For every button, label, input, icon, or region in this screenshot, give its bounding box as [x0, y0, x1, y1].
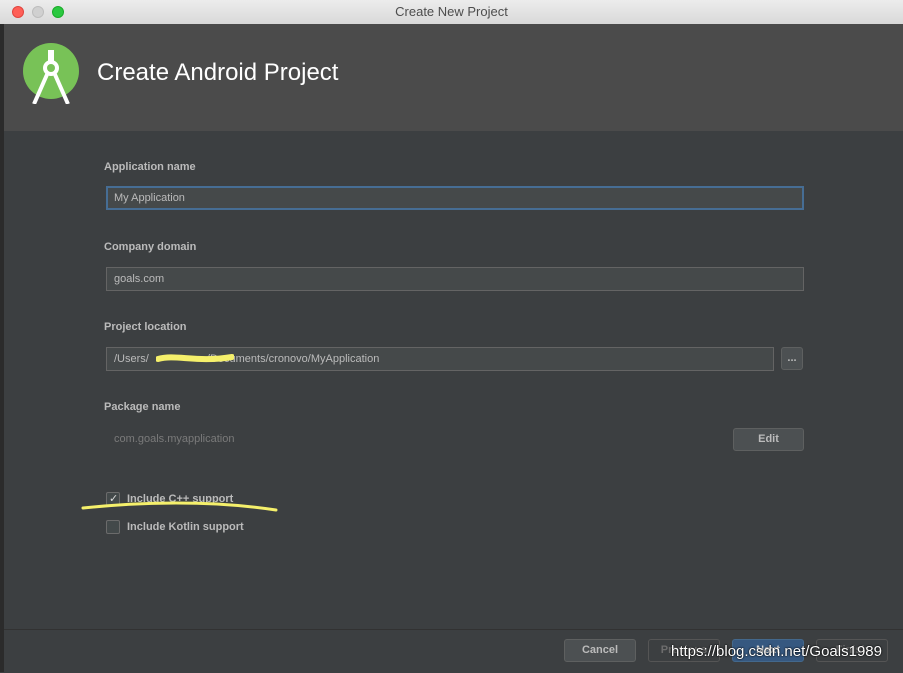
project-location-text: /Users/ /Documents/cronovo/MyApplication	[114, 353, 380, 365]
browse-location-button[interactable]: ...	[781, 347, 803, 370]
application-name-label: Application name	[104, 161, 196, 173]
package-name-value: com.goals.myapplication	[114, 433, 235, 445]
create-project-dialog: Create New Project Create Android Projec…	[0, 0, 903, 673]
page-title: Create Android Project	[97, 59, 339, 86]
kotlin-support-checkbox[interactable]	[106, 520, 120, 534]
package-name-label: Package name	[104, 401, 181, 413]
application-name-field[interactable]: My Application	[106, 186, 804, 210]
redaction-scribble	[156, 354, 234, 363]
title-bar: Create New Project	[0, 0, 903, 25]
check-icon: ✓	[109, 493, 119, 505]
project-location-label: Project location	[104, 321, 187, 333]
window-title: Create New Project	[395, 4, 508, 19]
edit-package-button[interactable]: Edit	[733, 428, 804, 451]
cpp-support-label[interactable]: Include C++ support	[127, 493, 233, 505]
watermark-text: https://blog.csdn.net/Goals1989	[671, 643, 882, 660]
company-domain-label: Company domain	[104, 241, 197, 253]
company-domain-field[interactable]: goals.com	[106, 267, 804, 291]
dialog-header: Create Android Project	[4, 24, 903, 131]
cpp-support-checkbox[interactable]: ✓	[106, 492, 120, 506]
kotlin-support-label[interactable]: Include Kotlin support	[127, 521, 244, 533]
android-studio-logo-icon	[23, 43, 79, 104]
cancel-button[interactable]: Cancel	[564, 639, 636, 662]
